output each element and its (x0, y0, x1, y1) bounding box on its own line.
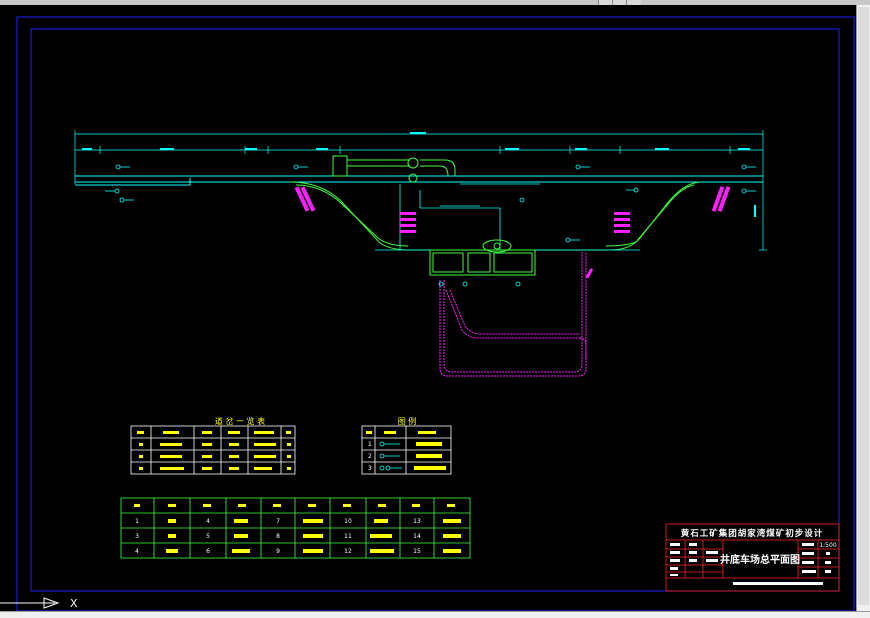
left-curve-branch (289, 181, 470, 251)
turnout-table: 道 岔 一 览 表 (130, 416, 296, 475)
right-curve-branch (530, 181, 701, 251)
legend-table-title: 图 例 (398, 416, 417, 426)
legend-table: 图 例 1 2 3 (361, 416, 452, 475)
table-cell: 7 (276, 518, 280, 525)
turnout-table-title: 道 岔 一 览 表 (215, 416, 265, 426)
legend-row-number: 3 (368, 465, 372, 472)
dimension-marks (82, 132, 756, 217)
inner-frame (30, 28, 840, 592)
station-yard (429, 239, 536, 276)
table-cell: 12 (344, 548, 352, 555)
table-cell: 4 (206, 518, 210, 525)
table-cell: 8 (276, 533, 280, 540)
table-cell: 5 (206, 533, 210, 540)
numbering-table: 1 3 4 4 5 6 7 8 9 10 11 12 13 14 15 (120, 497, 471, 559)
vertical-scroll-thumb[interactable] (858, 7, 869, 605)
company-title: 黄石工矿集团胡家湾煤矿初步设计 (681, 528, 824, 539)
table-cell: 9 (276, 548, 280, 555)
table-cell: 13 (413, 518, 421, 525)
table-cell: 4 (135, 548, 139, 555)
magenta-loop-track (439, 252, 587, 377)
central-junction (332, 155, 456, 183)
legend-row-number: 1 (368, 441, 372, 448)
lower-connections (375, 183, 640, 251)
legend-row-number: 2 (368, 453, 372, 460)
vertical-scrollbar[interactable] (856, 5, 870, 611)
table-cell: 10 (344, 518, 352, 525)
magenta-labels (294, 186, 731, 279)
drawing-title: 井底车场总平面图 (720, 553, 800, 566)
table-cell: 6 (206, 548, 210, 555)
table-cell: 14 (413, 533, 421, 540)
title-block: 黄石工矿集团胡家湾煤矿初步设计 井底车场总平面图 1:500 (665, 523, 840, 592)
drawing-canvas[interactable]: 道 岔 一 览 表 图 例 1 2 3 1 3 4 4 5 6 7 8 9 10… (0, 5, 856, 612)
track-plan (74, 130, 767, 377)
table-cell: 3 (135, 533, 139, 540)
table-cell: 1 (135, 518, 139, 525)
table-cell: 11 (344, 533, 352, 540)
scale-value: 1:500 (819, 542, 836, 549)
ucs-x-label: X (70, 597, 78, 610)
main-track (75, 175, 763, 186)
outer-frame (16, 16, 855, 612)
table-cell: 15 (413, 548, 421, 555)
ucs-icon: X (0, 597, 78, 610)
